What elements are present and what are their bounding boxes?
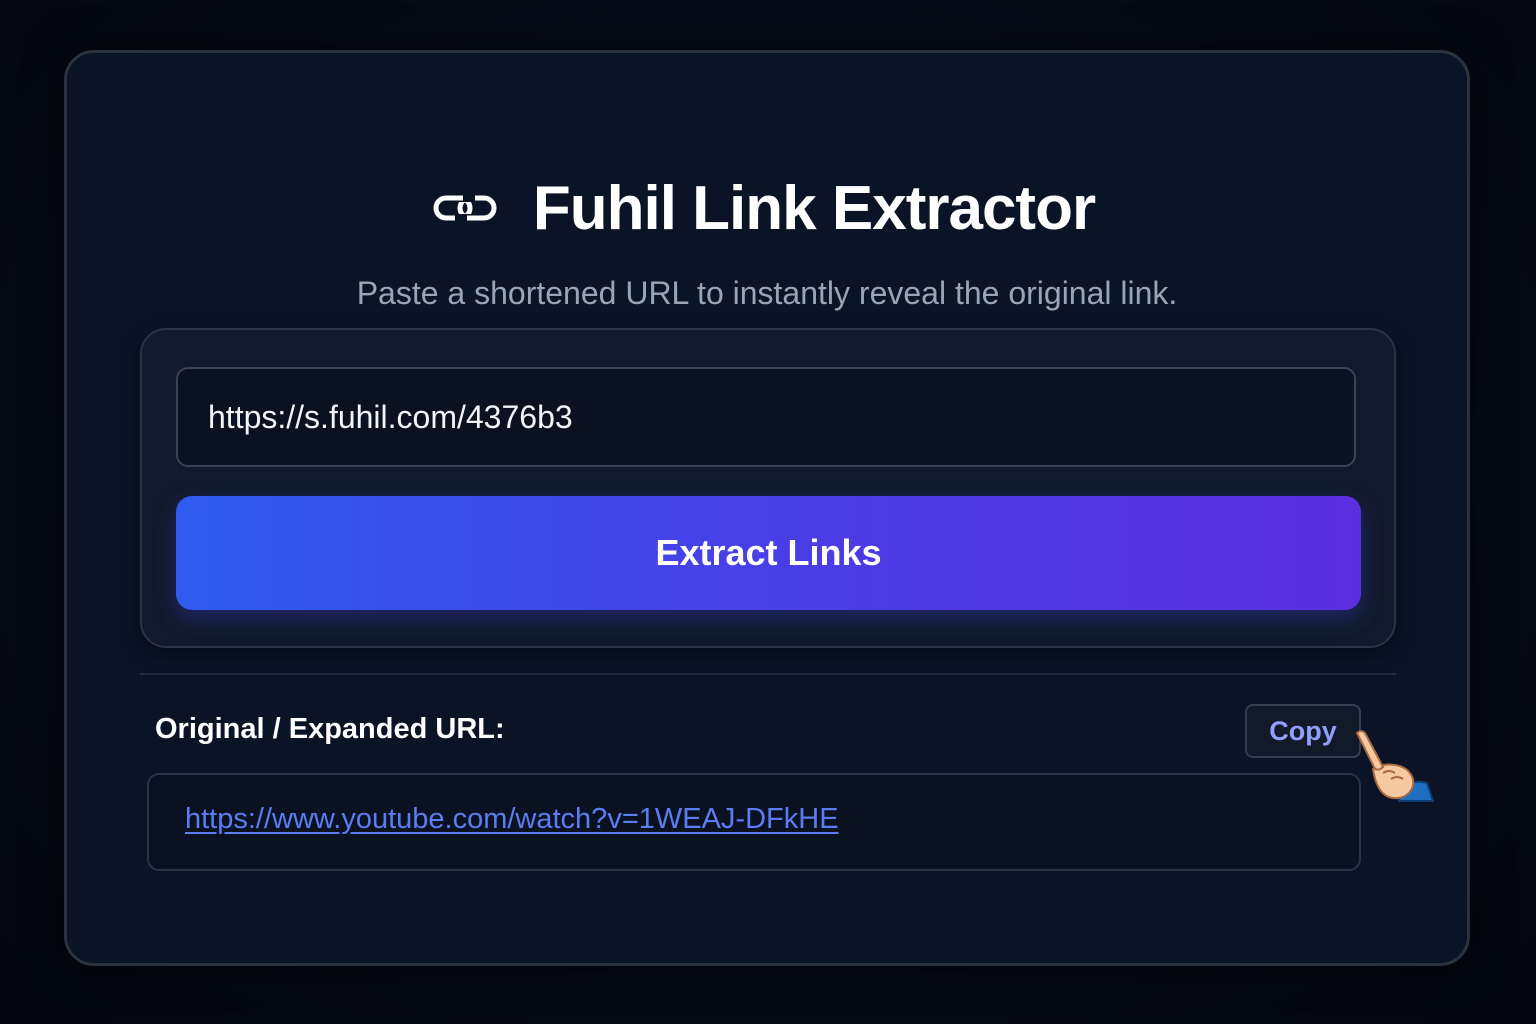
extractor-card: Fuhil Link Extractor Paste a shortened U… [64, 50, 1470, 966]
result-label: Original / Expanded URL: [155, 713, 505, 745]
header: Fuhil Link Extractor [67, 168, 1467, 248]
link-icon [433, 192, 497, 224]
page-subtitle: Paste a shortened URL to instantly revea… [356, 275, 1178, 311]
pointing-hand-icon [1355, 730, 1435, 802]
expanded-url-link[interactable]: https://www.youtube.com/watch?v=1WEAJ-DF… [185, 803, 839, 836]
url-input[interactable] [176, 367, 1356, 467]
extract-links-button[interactable]: Extract Links [176, 496, 1361, 610]
copy-button[interactable]: Copy [1245, 704, 1361, 758]
result-box: https://www.youtube.com/watch?v=1WEAJ-DF… [147, 773, 1361, 871]
section-divider [140, 673, 1396, 675]
input-panel: Extract Links [140, 328, 1396, 648]
page-title: Fuhil Link Extractor [532, 173, 1096, 243]
